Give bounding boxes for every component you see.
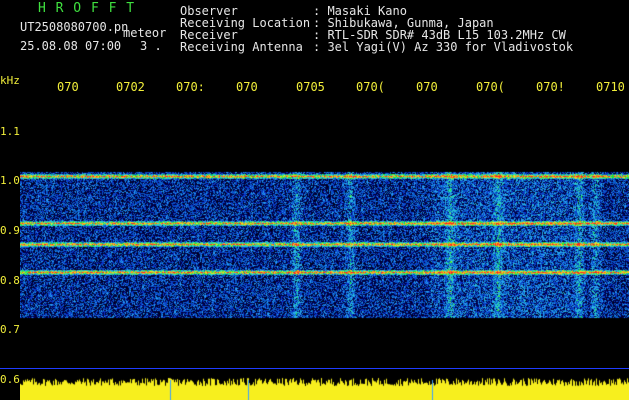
time-tick: 070 bbox=[416, 80, 438, 94]
separator-line bbox=[0, 368, 629, 369]
antenna-value: : 3el Yagi(V) Az 330 for Vladivostok bbox=[313, 40, 574, 54]
filename-label: UT2508080700.pn bbox=[20, 20, 129, 34]
freq-label-0-7: 0.7 bbox=[0, 323, 20, 336]
time-tick: 070 bbox=[57, 80, 79, 94]
time-tick: 070: bbox=[176, 80, 205, 94]
time-tick: 0705 bbox=[296, 80, 325, 94]
amplitude-strip bbox=[20, 370, 629, 400]
time-tick: 070( bbox=[476, 80, 505, 94]
time-tick: 070 bbox=[236, 80, 258, 94]
time-tick: 070! bbox=[536, 80, 565, 94]
datetime-label: 25.08.08 07:00 bbox=[20, 39, 122, 53]
time-tick: 0710 bbox=[596, 80, 625, 94]
time-tick: 0702 bbox=[116, 80, 145, 94]
time-tick: 070( bbox=[356, 80, 385, 94]
freq-label-0-9: 0.9 bbox=[0, 224, 20, 237]
mode-label: meteor bbox=[123, 26, 167, 40]
freq-unit-label: kHz bbox=[0, 74, 20, 87]
freq-label-0-8: 0.8 bbox=[0, 274, 20, 287]
spectrogram bbox=[20, 96, 629, 366]
count-label: 3 . bbox=[140, 39, 162, 53]
freq-label-1-1: 1.1 bbox=[0, 125, 20, 138]
freq-label-1-0: 1.0 bbox=[0, 174, 20, 187]
antenna-label: Receiving Antenna bbox=[180, 40, 303, 54]
freq-label-0-6: 0.6 bbox=[0, 373, 20, 386]
station-title: H R O F F T bbox=[38, 1, 136, 16]
